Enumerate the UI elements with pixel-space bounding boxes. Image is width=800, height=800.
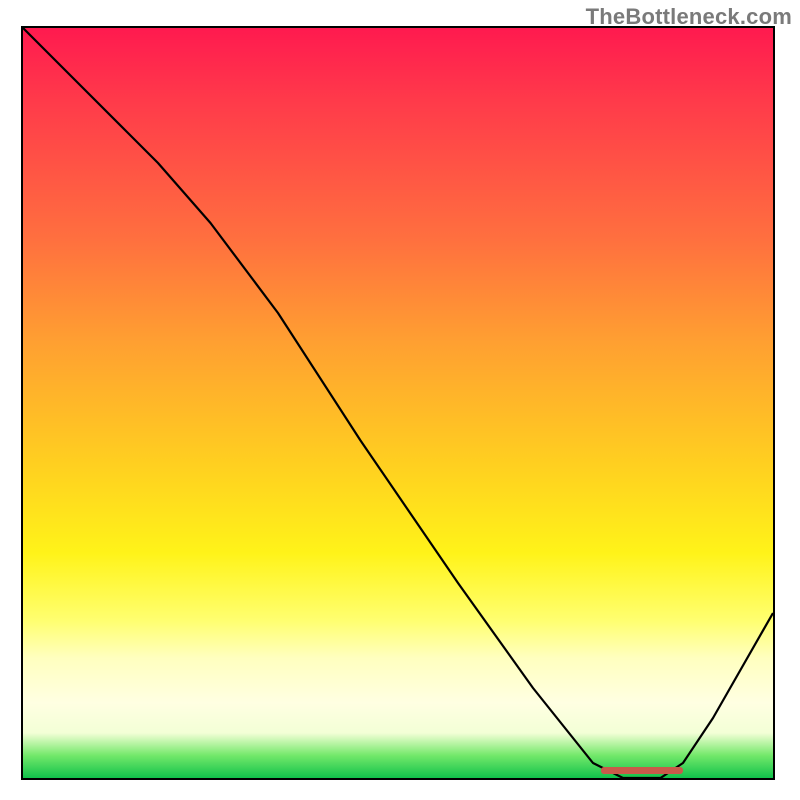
chart-plot-area — [23, 28, 773, 778]
chart-line — [23, 28, 773, 778]
attribution-text: TheBottleneck.com — [586, 4, 792, 30]
valley-marker — [601, 767, 684, 774]
